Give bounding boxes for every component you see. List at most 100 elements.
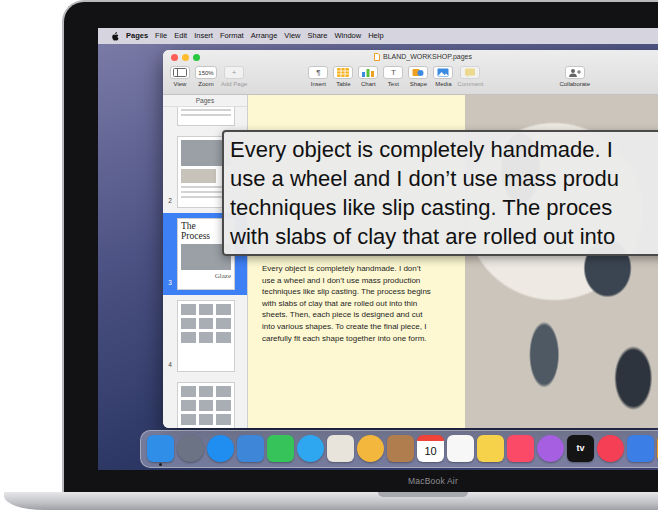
menu-item[interactable]: View [284, 30, 300, 41]
app-icon[interactable] [357, 435, 384, 462]
app-icon[interactable] [147, 435, 174, 462]
menu-item[interactable]: Edit [174, 30, 187, 41]
menu-item[interactable]: Help [368, 30, 383, 41]
dock-item[interactable] [597, 435, 624, 467]
toolbar-row: View150%Zoom+Add Page¶InsertTableChartTT… [163, 64, 658, 88]
lid-bezel: MacBook Air [98, 470, 658, 492]
dock-item[interactable] [657, 435, 658, 467]
app-icon[interactable] [657, 435, 658, 462]
thumbnail-photo [181, 304, 196, 315]
thumbnail-photo [199, 332, 214, 343]
button-label: Insert [311, 81, 326, 88]
app-icon[interactable] [447, 435, 474, 462]
minimize-button[interactable] [182, 54, 189, 61]
fullscreen-button[interactable] [193, 54, 200, 61]
app-icon[interactable] [237, 435, 264, 462]
chart-button[interactable]: Chart [357, 66, 379, 88]
app-icon[interactable] [627, 435, 654, 462]
close-button[interactable] [171, 54, 178, 61]
thumbnail-photo [181, 169, 216, 183]
app-icon[interactable] [507, 435, 534, 462]
dock-item[interactable]: tv [567, 435, 594, 467]
laptop-lid: Pages File Edit Insert Format Arrange View Shar… [62, 0, 658, 492]
thumbnail-photo [181, 318, 196, 329]
view-button[interactable]: View [169, 66, 191, 88]
dock-item[interactable] [477, 435, 504, 467]
app-icon[interactable] [597, 435, 624, 462]
dock-item[interactable] [237, 435, 264, 467]
sidebar-title: Pages [163, 95, 247, 107]
menu-item[interactable]: File [155, 30, 167, 41]
thumbnail-photo [216, 386, 231, 397]
thumbnail-photo [216, 304, 231, 315]
dock-item[interactable] [177, 435, 204, 467]
window-toolbar: BLAND_WORKSHOP.pagesView150%Zoom+Add Pag… [163, 50, 658, 95]
app-menu[interactable]: Pages [126, 30, 148, 41]
running-indicator [489, 463, 492, 466]
app-icon[interactable] [537, 435, 564, 462]
app-icon[interactable] [207, 435, 234, 462]
apple-logo-icon[interactable] [111, 32, 119, 41]
dock-item[interactable] [537, 435, 564, 467]
app-icon[interactable] [327, 435, 354, 462]
app-icon[interactable]: 10 [417, 435, 444, 462]
thumbnail-line [181, 114, 231, 116]
dock-item[interactable] [387, 435, 414, 467]
dock-item[interactable] [327, 435, 354, 467]
zoom-value[interactable]: 150% [198, 70, 213, 76]
dock-item[interactable] [627, 435, 654, 467]
dock-item[interactable] [207, 435, 234, 467]
running-indicator [279, 463, 282, 466]
dock-item[interactable]: 10 [417, 435, 444, 467]
page-thumbnail[interactable] [163, 377, 247, 428]
app-icon[interactable] [477, 435, 504, 462]
button-label: Zoom [198, 81, 213, 88]
shape-icon [408, 66, 428, 79]
collaborate-button[interactable]: Collaborate [559, 66, 590, 88]
running-indicator [189, 463, 192, 466]
body-text[interactable]: Every object is completely handmade. I d… [262, 263, 434, 344]
insert-button[interactable]: ¶Insert [307, 66, 329, 88]
hover-text-line: use a wheel and I don’t use mass produ [230, 164, 658, 193]
page-thumbnail[interactable] [163, 107, 247, 131]
menu-item[interactable]: Share [307, 30, 327, 41]
menu-item[interactable]: Format [220, 30, 244, 41]
app-icon[interactable] [177, 435, 204, 462]
menu-item[interactable]: Insert [194, 30, 213, 41]
dock-item[interactable] [267, 435, 294, 467]
button-label: Collaborate [559, 81, 590, 88]
button-label: Comment [457, 81, 483, 88]
button-label: Media [435, 81, 451, 88]
thumbnail-photo [181, 332, 196, 343]
dock-item[interactable] [297, 435, 324, 467]
running-indicator [399, 463, 402, 466]
running-indicator [429, 463, 432, 466]
menu-item[interactable]: Window [335, 30, 362, 41]
document-icon [374, 53, 380, 61]
laptop-base [4, 492, 658, 510]
chart-icon [358, 66, 378, 79]
button-label: Shape [410, 81, 427, 88]
dock-item[interactable] [507, 435, 534, 467]
app-icon[interactable] [267, 435, 294, 462]
dock-item[interactable] [147, 435, 174, 467]
thumbnail-photo [216, 414, 231, 425]
running-indicator [159, 463, 162, 466]
table-button[interactable]: Table [332, 66, 354, 88]
dock-item[interactable] [447, 435, 474, 467]
zoom-button[interactable]: 150% Zoom [195, 66, 217, 88]
thumbnail-photo [216, 318, 231, 329]
dock-item[interactable] [357, 435, 384, 467]
thumbnail-caption: Glaze [215, 273, 231, 280]
app-icon[interactable] [387, 435, 414, 462]
text-button[interactable]: TText [382, 66, 404, 88]
page-thumbnail[interactable]: 4 [163, 295, 247, 377]
media-button[interactable]: Media [432, 66, 454, 88]
app-icon[interactable] [297, 435, 324, 462]
comment-icon [460, 66, 480, 79]
page-preview [177, 382, 235, 428]
shape-button[interactable]: Shape [407, 66, 429, 88]
app-icon[interactable]: tv [567, 435, 594, 462]
menu-item[interactable]: Arrange [251, 30, 278, 41]
thumbnail-heading: The Process [181, 222, 217, 241]
